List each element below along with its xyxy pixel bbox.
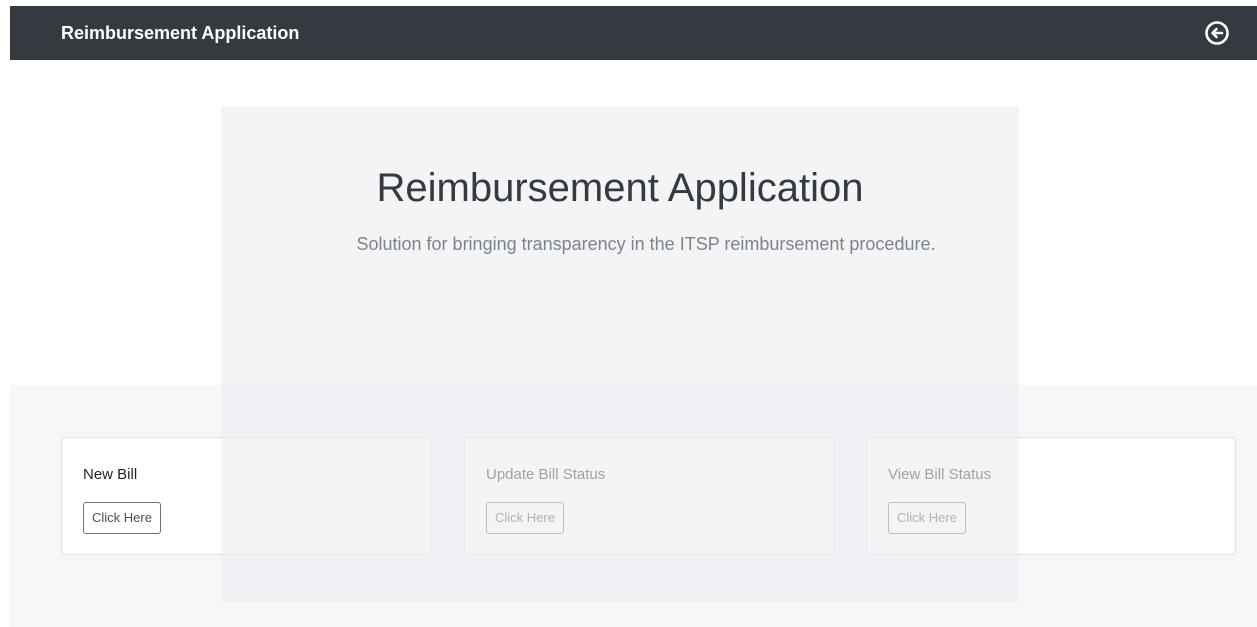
arrow-circle-left-icon <box>1205 21 1229 45</box>
view-bill-status-click-here-button[interactable]: Click Here <box>888 502 966 534</box>
update-bill-status-card: Update Bill Status Click Here <box>464 437 834 555</box>
page: Reimbursement Application New Bill Click… <box>0 0 1257 627</box>
update-bill-status-title: Update Bill Status <box>486 466 606 483</box>
view-bill-status-title: View Bill Status <box>888 466 992 483</box>
new-bill-title: New Bill <box>83 466 138 483</box>
new-bill-card: New Bill Click Here <box>61 437 431 555</box>
hero-title: Reimbursement Application <box>376 166 864 210</box>
update-bill-status-click-here-button[interactable]: Click Here <box>486 502 564 534</box>
top-navbar: Reimbursement Application <box>10 6 1257 60</box>
navbar-brand[interactable]: Reimbursement Application <box>61 22 299 44</box>
new-bill-click-here-button[interactable]: Click Here <box>83 502 161 534</box>
logout-button[interactable] <box>1204 20 1230 46</box>
hero-lead-text: Solution for bringing transparency in th… <box>356 234 936 254</box>
view-bill-status-card: View Bill Status Click Here <box>866 437 1236 555</box>
